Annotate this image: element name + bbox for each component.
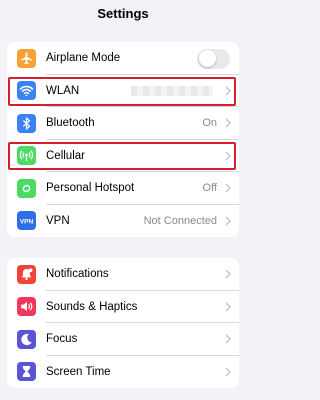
vpn-icon-text: VPN <box>20 218 34 225</box>
wifi-icon <box>17 81 36 100</box>
hotspot-status: Off <box>202 182 217 194</box>
row-vpn[interactable]: VPN VPN Not Connected <box>7 205 239 238</box>
row-label: VPN <box>46 214 70 227</box>
bell-icon <box>17 264 36 284</box>
row-label: Airplane Mode <box>46 52 121 64</box>
wlan-network-blurred <box>131 85 213 96</box>
row-airplane-mode[interactable]: Airplane Mode <box>7 42 239 75</box>
row-cellular[interactable]: Cellular <box>7 140 239 172</box>
bluetooth-status: On <box>202 117 217 129</box>
settings-group-connectivity: Airplane Mode WLAN Bluetooth On Cellular <box>7 42 239 237</box>
vpn-icon: VPN <box>17 211 36 230</box>
airplane-mode-toggle[interactable] <box>197 48 230 69</box>
row-label: Personal Hotspot <box>46 182 135 194</box>
row-label: WLAN <box>46 84 80 97</box>
row-label: Bluetooth <box>46 117 95 129</box>
chevron-right-icon <box>225 86 231 96</box>
hotspot-icon <box>17 178 36 198</box>
airplane-icon <box>17 48 36 68</box>
bluetooth-icon <box>17 113 36 133</box>
speaker-icon <box>17 297 36 316</box>
cellular-icon <box>17 146 36 165</box>
row-notifications[interactable]: Notifications <box>7 258 239 291</box>
row-focus[interactable]: Focus <box>7 323 239 356</box>
row-screen-time[interactable]: Screen Time <box>7 356 239 389</box>
chevron-right-icon <box>225 183 231 193</box>
row-label: Notifications <box>46 268 109 280</box>
row-personal-hotspot[interactable]: Personal Hotspot Off <box>7 172 239 205</box>
chevron-right-icon <box>225 151 231 161</box>
row-sounds-haptics[interactable]: Sounds & Haptics <box>7 291 239 323</box>
row-label: Sounds & Haptics <box>46 300 138 313</box>
row-label: Screen Time <box>46 365 111 378</box>
row-wlan[interactable]: WLAN <box>7 75 239 107</box>
settings-group-notifications: Notifications Sounds & Haptics Focus Scr… <box>7 258 239 388</box>
chevron-right-icon <box>225 334 231 344</box>
vpn-status: Not Connected <box>143 214 217 227</box>
page-title: Settings <box>97 6 149 21</box>
chevron-right-icon <box>225 118 231 128</box>
toggle-knob <box>198 50 216 67</box>
chevron-right-icon <box>225 216 231 226</box>
chevron-right-icon <box>225 269 231 279</box>
row-label: Cellular <box>46 149 85 162</box>
chevron-right-icon <box>225 367 231 377</box>
hourglass-icon <box>17 362 36 381</box>
row-label: Focus <box>46 333 78 345</box>
chevron-right-icon <box>225 302 231 312</box>
moon-icon <box>17 329 36 349</box>
row-bluetooth[interactable]: Bluetooth On <box>7 107 239 140</box>
